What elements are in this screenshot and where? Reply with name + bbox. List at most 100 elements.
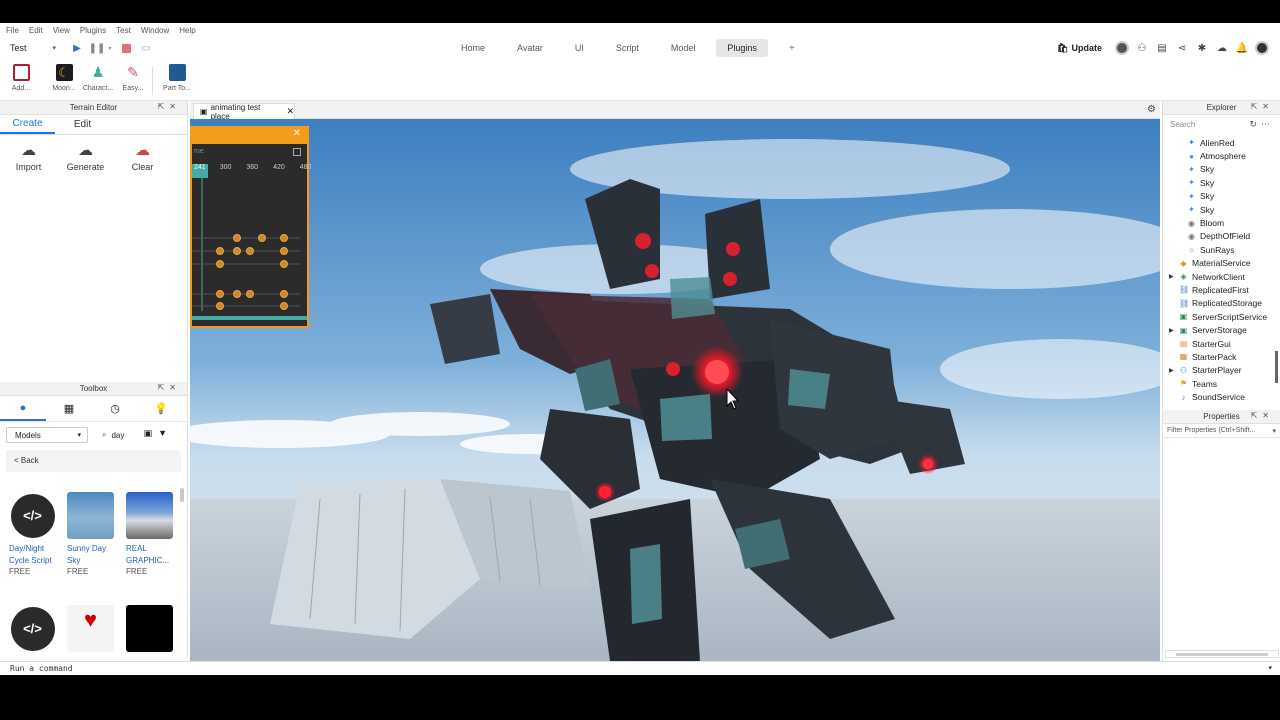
document-tab[interactable]: ▣ animating test place ✕ <box>193 103 295 121</box>
tab-plugins[interactable]: Plugins <box>716 39 768 57</box>
animation-name-field[interactable]: me <box>194 148 204 155</box>
terrain-editor-panel: Terrain Editor ⇱✕ Create Edit ☁ Import ☁… <box>0 101 188 381</box>
panel-controls[interactable]: ⇱✕ <box>158 383 181 392</box>
add-tab-button[interactable]: + <box>778 39 806 57</box>
tree-item[interactable]: ✦ AlienRed <box>1163 136 1280 149</box>
profile-icon[interactable] <box>1252 39 1272 57</box>
pause-icon[interactable]: ❚❚ <box>89 41 106 55</box>
menu-edit[interactable]: Edit <box>29 26 43 35</box>
tab-script[interactable]: Script <box>605 39 650 57</box>
tree-item[interactable]: ♪ SoundService <box>1163 390 1280 403</box>
asset-card[interactable]: ♥ <box>67 605 117 652</box>
play-icon[interactable]: ▶ <box>70 41 84 55</box>
tree-item[interactable]: ⛓ ReplicatedStorage <box>1163 297 1280 310</box>
asset-card[interactable]: </> <box>9 605 59 652</box>
tab-avatar[interactable]: Avatar <box>506 39 554 57</box>
plugin-part-to[interactable]: Part To... <box>157 64 197 92</box>
expand-arrow-icon[interactable]: ▶ <box>1169 273 1174 280</box>
properties-filter-input[interactable]: Filter Properties (Ctrl+Shift... ▾ <box>1163 424 1280 438</box>
tab-create[interactable]: Create <box>0 115 55 134</box>
menu-file[interactable]: File <box>6 26 19 35</box>
expand-arrow-icon[interactable]: ▶ <box>1169 327 1174 334</box>
tree-item[interactable]: ◉ DepthOfField <box>1163 230 1280 243</box>
toolbox-header: Toolbox ⇱✕ <box>0 382 187 396</box>
tree-item[interactable]: ▤ StarterGui <box>1163 337 1280 350</box>
tree-item[interactable]: ⛓ ReplicatedFirst <box>1163 283 1280 296</box>
menu-window[interactable]: Window <box>141 26 169 35</box>
explorer-search-input[interactable]: Search ↻⋯ <box>1163 115 1280 133</box>
menu-view[interactable]: View <box>53 26 70 35</box>
clock-icon[interactable]: ◷ <box>92 396 138 421</box>
explorer-scrollbar[interactable] <box>1275 351 1278 383</box>
tree-item[interactable]: ✦ Sky <box>1163 190 1280 203</box>
tree-item[interactable]: ▶ ◈ NetworkClient <box>1163 270 1280 283</box>
gear-icon[interactable]: ⚙ <box>1147 104 1156 115</box>
command-bar[interactable]: Run a command ▾ <box>0 661 1280 675</box>
tree-item[interactable]: ☼ SunRays <box>1163 243 1280 256</box>
grid-icon[interactable]: ▦ <box>46 396 92 421</box>
asset-card[interactable]: REAL GRAPHIC... FREE <box>126 492 176 576</box>
tree-item[interactable]: ✦ Sky <box>1163 163 1280 176</box>
expand-arrow-icon[interactable]: ▶ <box>1169 367 1174 374</box>
tab-model[interactable]: Model <box>660 39 707 57</box>
chat-icon[interactable]: ▤ <box>1152 39 1172 57</box>
toolbox-scrollbar[interactable] <box>180 488 184 502</box>
tab-edit[interactable]: Edit <box>55 115 110 134</box>
toolbox-search-input[interactable]: ⌕ day <box>102 427 147 443</box>
menu-help[interactable]: Help <box>179 26 195 35</box>
tree-item[interactable]: ▣ ServerScriptService <box>1163 310 1280 323</box>
play-options-icon[interactable]: ▾ <box>103 41 117 55</box>
keyframe-tracks[interactable] <box>192 176 307 326</box>
panel-controls[interactable]: ⇱✕ <box>1251 102 1274 111</box>
shopping-bag-icon[interactable]: ● <box>0 396 46 421</box>
image-icon[interactable]: ▣ <box>144 428 159 438</box>
properties-scrollbar[interactable] <box>1165 650 1279 658</box>
close-icon[interactable]: ✕ <box>286 106 294 117</box>
collaborators-icon[interactable]: ⚇ <box>1132 39 1152 57</box>
filter-icon[interactable]: ▼ <box>158 428 173 438</box>
avatar[interactable] <box>1112 39 1132 57</box>
asset-card[interactable]: Sunny Day Sky FREE <box>67 492 117 576</box>
notification-bell-icon[interactable]: 🔔 <box>1232 39 1252 57</box>
close-icon[interactable]: ✕ <box>293 128 301 139</box>
import-button[interactable]: ☁ Import <box>0 141 57 172</box>
tree-item[interactable]: ▶ ⚇ StarterPlayer <box>1163 364 1280 377</box>
tree-item[interactable]: ⚑ Teams <box>1163 377 1280 390</box>
cloud-icon[interactable]: ☁ <box>1212 39 1232 57</box>
stop-icon[interactable] <box>119 41 133 55</box>
back-button[interactable]: < Back <box>6 450 181 472</box>
plugin-easy[interactable]: ✎ Easy... <box>113 64 153 92</box>
3d-viewport[interactable] <box>190 119 1160 661</box>
tree-item[interactable]: ◆ MaterialService <box>1163 257 1280 270</box>
tab-ui[interactable]: UI <box>564 39 595 57</box>
plugin-add[interactable]: Add... <box>1 64 41 92</box>
properties-filter-placeholder: Filter Properties (Ctrl+Shift... <box>1167 427 1256 434</box>
tree-item[interactable]: ▦ StarterPack <box>1163 350 1280 363</box>
tree-item[interactable]: ✦ Sky <box>1163 203 1280 216</box>
animation-editor-window[interactable]: ✕ me 241 300 360 420 480 <box>190 126 311 328</box>
animation-editor-header[interactable]: ✕ <box>192 126 307 144</box>
animation-options-icon[interactable] <box>293 148 301 156</box>
category-select[interactable]: Models ▾ <box>6 427 88 443</box>
screen-icon[interactable]: ▭ <box>139 41 153 55</box>
history-icon[interactable]: ↻⋯ <box>1249 119 1274 130</box>
panel-controls[interactable]: ⇱✕ <box>1251 411 1274 420</box>
lightbulb-icon[interactable]: 💡 <box>138 396 184 421</box>
menu-test[interactable]: Test <box>116 26 131 35</box>
clear-button[interactable]: ☁ Clear <box>114 141 171 172</box>
tree-item[interactable]: ◉ Bloom <box>1163 216 1280 229</box>
asset-card[interactable] <box>126 605 176 652</box>
tree-item[interactable]: ● Atmosphere <box>1163 149 1280 162</box>
generate-button[interactable]: ☁ Generate <box>57 141 114 172</box>
share-icon[interactable]: ⋖ <box>1172 39 1192 57</box>
tree-item[interactable]: ▶ ▣ ServerStorage <box>1163 323 1280 336</box>
update-button[interactable]: 🛍 Update <box>1053 41 1106 56</box>
menu-plugins[interactable]: Plugins <box>80 26 106 35</box>
mode-select[interactable]: Test ▾ <box>5 40 60 56</box>
tree-item[interactable]: ✦ Sky <box>1163 176 1280 189</box>
tab-home[interactable]: Home <box>450 39 496 57</box>
team-create-icon[interactable]: ✱ <box>1192 39 1212 57</box>
asset-card[interactable]: </> Day/Night Cycle Script FREE <box>9 492 59 576</box>
panel-controls[interactable]: ⇱✕ <box>158 102 181 111</box>
plugin-character[interactable]: ♟ Charact... <box>78 64 118 92</box>
